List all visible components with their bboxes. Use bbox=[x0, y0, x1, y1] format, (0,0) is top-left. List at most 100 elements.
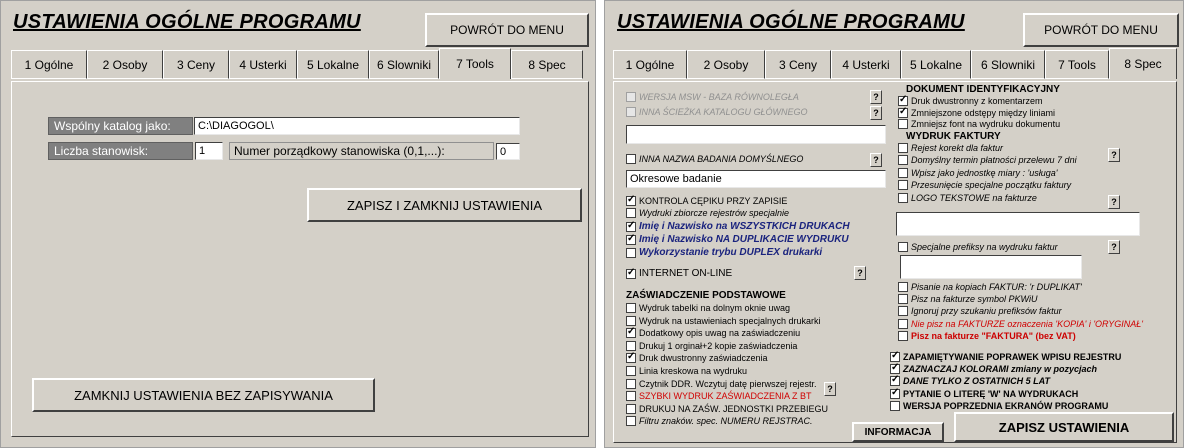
checkbox[interactable] bbox=[626, 267, 636, 279]
prefix-option[interactable]: Specjalne prefiksy na wydruku faktur bbox=[898, 242, 1058, 252]
checkbox[interactable] bbox=[626, 391, 636, 402]
save-and-close-button[interactable]: ZAPISZ I ZAMKNIJ USTAWIENIA bbox=[307, 188, 582, 222]
back-to-menu-button[interactable]: POWRÓT DO MENU bbox=[425, 13, 589, 47]
tab-general[interactable]: 1 Ogólne bbox=[613, 50, 687, 79]
checkbox[interactable] bbox=[626, 303, 636, 313]
checkbox[interactable] bbox=[626, 220, 636, 232]
option-row[interactable]: Filtru znaków. spec. NUMERU REJSTRAC. bbox=[626, 416, 813, 427]
option-row[interactable]: WERSJA POPRZEDNIA EKRANÓW PROGRAMU bbox=[890, 400, 1108, 411]
tab-defects[interactable]: 4 Usterki bbox=[229, 50, 297, 79]
checkbox[interactable] bbox=[626, 194, 636, 206]
option-row[interactable]: Pisz na fakturze "FAKTURA" (bez VAT) bbox=[898, 330, 1076, 341]
stamp-control-option[interactable]: KONTROLA CĘPIKU PRZY ZAPISIE bbox=[626, 194, 787, 206]
other-path-input[interactable] bbox=[626, 125, 886, 144]
checkbox[interactable] bbox=[898, 94, 908, 106]
checkbox[interactable] bbox=[626, 92, 636, 102]
tab-prices[interactable]: 3 Ceny bbox=[765, 50, 831, 79]
checkbox[interactable] bbox=[898, 294, 908, 305]
option-row[interactable]: Rejest korekt dla faktur bbox=[898, 143, 1003, 153]
checkbox[interactable] bbox=[626, 340, 636, 351]
tab-dictionaries[interactable]: 6 Slowniki bbox=[369, 50, 439, 79]
option-row[interactable]: LOGO TEKSTOWE na fakturze bbox=[898, 192, 1037, 203]
station-number-input[interactable]: 0 bbox=[496, 143, 520, 160]
option-row[interactable]: Druk dwustronny zaświadczenia bbox=[626, 351, 768, 364]
tab-spec[interactable]: 8 Spec bbox=[511, 50, 583, 79]
option-row[interactable]: Ignoruj przy szukaniu prefiksów faktur bbox=[898, 306, 1062, 317]
option-row[interactable]: Drukuj 1 orginał+2 kopie zaświadczenia bbox=[626, 340, 797, 351]
checkbox[interactable] bbox=[890, 387, 900, 399]
checkbox[interactable] bbox=[890, 350, 900, 362]
checkbox[interactable] bbox=[890, 400, 900, 411]
summary-prints-option[interactable]: Wydruki zbiorcze rejestrów specjalnie bbox=[626, 208, 789, 218]
name-duplicate-option[interactable]: Imię i Nazwisko NA DUPLIKACIE WYDRUKU bbox=[626, 233, 849, 245]
internet-online-option[interactable]: INTERNET ON-LINE bbox=[626, 267, 732, 279]
tab-spec[interactable]: 8 Spec bbox=[1109, 48, 1177, 79]
checkbox[interactable] bbox=[626, 247, 636, 258]
help-button[interactable]: ? bbox=[870, 153, 882, 167]
option-row[interactable]: Pisanie na kopiach FAKTUR: 'r DUPLIKAT' bbox=[898, 282, 1082, 292]
checkbox[interactable] bbox=[626, 366, 636, 376]
tab-general[interactable]: 1 Ogólne bbox=[11, 50, 87, 79]
option-row[interactable]: Wydruk tabelki na dolnym oknie uwag bbox=[626, 303, 790, 313]
checkbox[interactable] bbox=[626, 351, 636, 364]
tab-defects[interactable]: 4 Usterki bbox=[831, 50, 901, 79]
option-row[interactable]: PYTANIE O LITERĘ 'W' NA WYDRUKACH bbox=[890, 387, 1078, 399]
option-row[interactable]: Dodatkowy opis uwag na zaświadczeniu bbox=[626, 326, 800, 339]
checkbox[interactable] bbox=[898, 143, 908, 153]
back-to-menu-button[interactable]: POWRÓT DO MENU bbox=[1023, 13, 1179, 47]
checkbox[interactable] bbox=[626, 107, 636, 117]
help-button[interactable]: ? bbox=[854, 266, 866, 280]
checkbox[interactable] bbox=[626, 403, 636, 414]
shared-catalog-input[interactable]: C:\DIAGOGOL\ bbox=[194, 117, 520, 135]
checkbox[interactable] bbox=[898, 306, 908, 317]
logo-text-input[interactable] bbox=[896, 212, 1140, 236]
help-button[interactable]: ? bbox=[870, 90, 882, 104]
save-settings-button[interactable]: ZAPISZ USTAWIENIA bbox=[954, 412, 1174, 442]
checkbox[interactable] bbox=[890, 374, 900, 387]
tab-persons[interactable]: 2 Osoby bbox=[87, 50, 163, 79]
checkbox[interactable] bbox=[626, 378, 636, 389]
checkbox[interactable] bbox=[626, 154, 636, 164]
checkbox[interactable] bbox=[898, 330, 908, 341]
option-row[interactable]: Czytnik DDR. Wczytuj datę pierwszej reje… bbox=[626, 378, 817, 389]
option-row[interactable]: Linia kreskowa na wydruku bbox=[626, 366, 747, 376]
stations-count-input[interactable]: 1 bbox=[195, 142, 223, 160]
option-row[interactable]: Druk dwustronny z komentarzem bbox=[898, 94, 1043, 106]
tab-local[interactable]: 5 Lokalne bbox=[297, 50, 369, 79]
checkbox[interactable] bbox=[898, 155, 908, 166]
tab-tools[interactable]: 7 Tools bbox=[439, 48, 511, 79]
checkbox[interactable] bbox=[898, 242, 908, 252]
help-button[interactable]: ? bbox=[1108, 240, 1120, 254]
tab-dictionaries[interactable]: 6 Slowniki bbox=[971, 50, 1045, 79]
other-test-name-option[interactable]: INNA NAZWA BADANIA DOMYŚLNEGO bbox=[626, 154, 803, 164]
option-row[interactable]: Zmniejsz font na wydruku dokumentu bbox=[898, 119, 1060, 129]
duplex-option[interactable]: Wykorzystanie trybu DUPLEX drukarki bbox=[626, 247, 822, 258]
checkbox[interactable] bbox=[626, 208, 636, 218]
option-row[interactable]: Pisz na fakturze symbol PKWiU bbox=[898, 294, 1037, 305]
help-button[interactable]: ? bbox=[1108, 148, 1120, 162]
option-row[interactable]: Wydruk na ustawieniach specjalnych druka… bbox=[626, 315, 821, 326]
mswb-option[interactable]: WERSJA MSW - BAZA RÓWNOLEGŁA bbox=[626, 92, 799, 102]
checkbox[interactable] bbox=[898, 119, 908, 129]
checkbox[interactable] bbox=[626, 326, 636, 339]
info-button[interactable]: INFORMACJA bbox=[852, 422, 944, 442]
tab-prices[interactable]: 3 Ceny bbox=[163, 50, 229, 79]
option-row[interactable]: DANE TYLKO Z OSTATNICH 5 LAT bbox=[890, 374, 1050, 387]
close-without-saving-button[interactable]: ZAMKNIJ USTAWIENIA BEZ ZAPISYWANIA bbox=[32, 378, 375, 412]
name-all-prints-option[interactable]: Imię i Nazwisko na WSZYSTKICH DRUKACH bbox=[626, 220, 850, 232]
checkbox[interactable] bbox=[898, 282, 908, 292]
option-row[interactable]: ZAZNACZAJ KOLORAMI zmiany w pozycjach bbox=[890, 362, 1097, 375]
option-row[interactable]: ZAPAMIĘTYWANIE POPRAWEK WPISU REJESTRU bbox=[890, 350, 1121, 362]
option-row[interactable]: Przesunięcie specjalne początku faktury bbox=[898, 180, 1071, 191]
checkbox[interactable] bbox=[898, 180, 908, 191]
tab-local[interactable]: 5 Lokalne bbox=[901, 50, 971, 79]
checkbox[interactable] bbox=[890, 362, 900, 375]
other-path-option[interactable]: INNA ŚCIEŻKA KATALOGU GŁÓWNEGO bbox=[626, 107, 808, 117]
other-test-name-input[interactable]: Okresowe badanie bbox=[626, 170, 886, 188]
option-row[interactable]: SZYBKI WYDRUK ZAŚWIADCZENIA Z BT bbox=[626, 391, 812, 402]
help-button[interactable]: ? bbox=[824, 382, 836, 396]
help-button[interactable]: ? bbox=[1108, 195, 1120, 209]
checkbox[interactable] bbox=[898, 318, 908, 329]
option-row[interactable]: Wpisz jako jednostkę miary : 'usługa' bbox=[898, 167, 1058, 178]
option-row[interactable]: Domyślny termin płatności przelewu 7 dni bbox=[898, 155, 1077, 166]
